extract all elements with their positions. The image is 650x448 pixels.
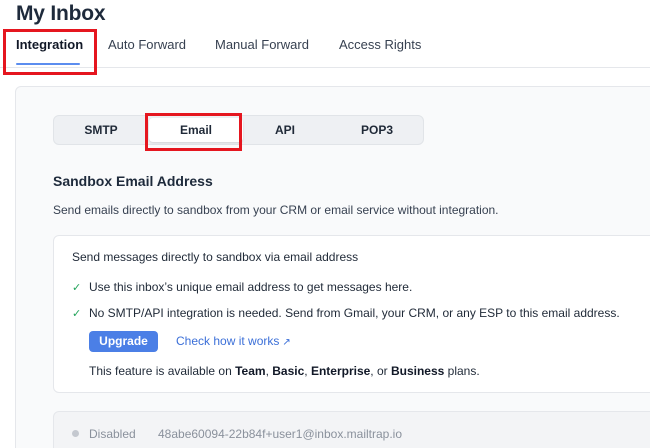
page-title: My Inbox <box>16 2 106 25</box>
plans-separator: , or <box>370 364 391 378</box>
plans-availability-text: This feature is available on Team, Basic… <box>89 364 480 378</box>
highlight-box <box>3 29 97 75</box>
plan-business: Business <box>390 364 445 378</box>
segment-smtp[interactable]: SMTP <box>54 116 148 144</box>
link-label: Check how it works <box>176 334 280 348</box>
plans-prefix: This feature is available on <box>89 364 236 378</box>
tab-manual-forward[interactable]: Manual Forward <box>215 37 309 52</box>
plan-enterprise: Enterprise <box>310 364 371 378</box>
status-dot-icon <box>72 430 79 437</box>
card-title: Send messages directly to sandbox via em… <box>72 250 359 264</box>
tab-bar: Integration Auto Forward Manual Forward … <box>0 30 650 67</box>
tab-auto-forward[interactable]: Auto Forward <box>108 37 186 52</box>
checkmark-icon: ✓ <box>72 308 82 320</box>
section-description: Send emails directly to sandbox from you… <box>53 203 499 217</box>
segment-api[interactable]: API <box>239 116 331 144</box>
plan-basic: Basic <box>272 364 305 378</box>
status-label: Disabled <box>89 427 136 441</box>
tabs-divider <box>0 67 650 68</box>
segment-pop3[interactable]: POP3 <box>331 116 423 144</box>
external-link-icon: ↗ <box>282 337 291 348</box>
tab-access-rights[interactable]: Access Rights <box>339 37 421 52</box>
plans-suffix: plans. <box>444 364 480 378</box>
inbox-email-address: 48abe60094-22b84f+user1@inbox.mailtrap.i… <box>158 427 403 441</box>
check-item: ✓ No SMTP/API integration is needed. Send… <box>72 306 620 320</box>
checkmark-icon: ✓ <box>72 282 82 294</box>
upgrade-button[interactable]: Upgrade <box>89 331 158 352</box>
check-item: ✓ Use this inbox’s unique email address t… <box>72 280 412 294</box>
check-how-it-works-link[interactable]: Check how it works ↗ <box>176 334 291 348</box>
section-title: Sandbox Email Address <box>53 173 213 189</box>
check-item-text: No SMTP/API integration is needed. Send … <box>89 306 620 320</box>
plan-team: Team <box>235 364 266 378</box>
highlight-box <box>145 113 242 151</box>
check-item-text: Use this inbox’s unique email address to… <box>89 280 413 294</box>
plans-separator: , <box>304 364 311 378</box>
